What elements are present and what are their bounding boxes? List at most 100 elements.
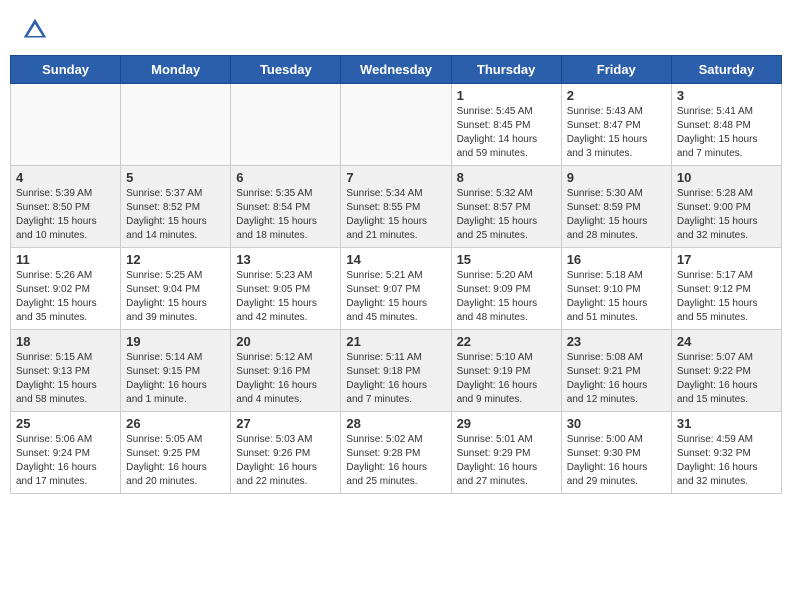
cell-info-line: and 28 minutes.	[567, 229, 666, 243]
day-header-wednesday: Wednesday	[341, 56, 451, 84]
cell-info-line: Sunrise: 5:45 AM	[457, 105, 556, 119]
calendar-cell-empty-0	[11, 84, 121, 166]
cell-info-line: Sunrise: 5:32 AM	[457, 187, 556, 201]
cell-info-line: Sunrise: 5:01 AM	[457, 433, 556, 447]
cell-info-line: Daylight: 15 hours	[677, 215, 776, 229]
day-header-thursday: Thursday	[451, 56, 561, 84]
day-number: 28	[346, 416, 445, 431]
calendar-cell-9: 9Sunrise: 5:30 AMSunset: 8:59 PMDaylight…	[561, 166, 671, 248]
cell-info-line: Sunrise: 5:00 AM	[567, 433, 666, 447]
cell-info-line: Sunset: 9:28 PM	[346, 447, 445, 461]
cell-info-line: and 45 minutes.	[346, 311, 445, 325]
logo	[20, 15, 55, 45]
day-number: 15	[457, 252, 556, 267]
cell-info-line: and 17 minutes.	[16, 475, 115, 489]
cell-info-line: Daylight: 15 hours	[346, 297, 445, 311]
calendar-cell-16: 16Sunrise: 5:18 AMSunset: 9:10 PMDayligh…	[561, 248, 671, 330]
cell-info-line: Daylight: 16 hours	[567, 379, 666, 393]
cell-info-line: and 51 minutes.	[567, 311, 666, 325]
calendar-cell-11: 11Sunrise: 5:26 AMSunset: 9:02 PMDayligh…	[11, 248, 121, 330]
cell-info-line: Sunrise: 5:25 AM	[126, 269, 225, 283]
day-number: 27	[236, 416, 335, 431]
cell-info-line: Sunrise: 5:34 AM	[346, 187, 445, 201]
cell-info-line: and 35 minutes.	[16, 311, 115, 325]
cell-info-line: Sunset: 9:10 PM	[567, 283, 666, 297]
cell-info-line: Daylight: 15 hours	[677, 133, 776, 147]
cell-info-line: Sunrise: 5:11 AM	[346, 351, 445, 365]
calendar-cell-1: 1Sunrise: 5:45 AMSunset: 8:45 PMDaylight…	[451, 84, 561, 166]
calendar-cell-4: 4Sunrise: 5:39 AMSunset: 8:50 PMDaylight…	[11, 166, 121, 248]
day-number: 8	[457, 170, 556, 185]
day-number: 31	[677, 416, 776, 431]
cell-info-line: and 14 minutes.	[126, 229, 225, 243]
cell-info-line: Sunset: 9:29 PM	[457, 447, 556, 461]
cell-info-line: Daylight: 15 hours	[457, 215, 556, 229]
cell-info-line: Sunset: 9:19 PM	[457, 365, 556, 379]
cell-info-line: Sunrise: 5:28 AM	[677, 187, 776, 201]
cell-info-line: Sunrise: 5:03 AM	[236, 433, 335, 447]
calendar-cell-18: 18Sunrise: 5:15 AMSunset: 9:13 PMDayligh…	[11, 330, 121, 412]
calendar-cell-14: 14Sunrise: 5:21 AMSunset: 9:07 PMDayligh…	[341, 248, 451, 330]
calendar-cell-31: 31Sunrise: 4:59 AMSunset: 9:32 PMDayligh…	[671, 412, 781, 494]
calendar-cell-3: 3Sunrise: 5:41 AMSunset: 8:48 PMDaylight…	[671, 84, 781, 166]
cell-info-line: Daylight: 15 hours	[567, 133, 666, 147]
cell-info-line: Daylight: 15 hours	[567, 215, 666, 229]
day-number: 12	[126, 252, 225, 267]
day-number: 19	[126, 334, 225, 349]
cell-info-line: and 18 minutes.	[236, 229, 335, 243]
cell-info-line: and 32 minutes.	[677, 229, 776, 243]
cell-info-line: Daylight: 16 hours	[236, 461, 335, 475]
cell-info-line: Daylight: 15 hours	[126, 297, 225, 311]
day-number: 20	[236, 334, 335, 349]
day-number: 26	[126, 416, 225, 431]
calendar-cell-10: 10Sunrise: 5:28 AMSunset: 9:00 PMDayligh…	[671, 166, 781, 248]
cell-info-line: Sunset: 9:25 PM	[126, 447, 225, 461]
calendar-cell-17: 17Sunrise: 5:17 AMSunset: 9:12 PMDayligh…	[671, 248, 781, 330]
cell-info-line: and 3 minutes.	[567, 147, 666, 161]
cell-info-line: Sunset: 9:07 PM	[346, 283, 445, 297]
cell-info-line: Sunset: 9:09 PM	[457, 283, 556, 297]
cell-info-line: Daylight: 16 hours	[126, 461, 225, 475]
cell-info-line: Sunrise: 5:15 AM	[16, 351, 115, 365]
cell-info-line: Sunset: 9:00 PM	[677, 201, 776, 215]
cell-info-line: and 10 minutes.	[16, 229, 115, 243]
cell-info-line: and 55 minutes.	[677, 311, 776, 325]
cell-info-line: and 32 minutes.	[677, 475, 776, 489]
day-number: 21	[346, 334, 445, 349]
day-number: 2	[567, 88, 666, 103]
cell-info-line: Sunset: 9:21 PM	[567, 365, 666, 379]
day-number: 5	[126, 170, 225, 185]
cell-info-line: Daylight: 15 hours	[236, 297, 335, 311]
cell-info-line: Daylight: 16 hours	[346, 461, 445, 475]
calendar-table: SundayMondayTuesdayWednesdayThursdayFrid…	[10, 55, 782, 494]
calendar-cell-8: 8Sunrise: 5:32 AMSunset: 8:57 PMDaylight…	[451, 166, 561, 248]
cell-info-line: Sunrise: 5:18 AM	[567, 269, 666, 283]
cell-info-line: Daylight: 16 hours	[677, 379, 776, 393]
cell-info-line: Sunrise: 5:20 AM	[457, 269, 556, 283]
cell-info-line: Daylight: 15 hours	[16, 215, 115, 229]
cell-info-line: Sunrise: 5:23 AM	[236, 269, 335, 283]
cell-info-line: Sunrise: 5:35 AM	[236, 187, 335, 201]
cell-info-line: Sunrise: 5:43 AM	[567, 105, 666, 119]
cell-info-line: and 27 minutes.	[457, 475, 556, 489]
day-number: 24	[677, 334, 776, 349]
cell-info-line: Daylight: 15 hours	[126, 215, 225, 229]
cell-info-line: Sunset: 8:54 PM	[236, 201, 335, 215]
cell-info-line: Sunset: 8:52 PM	[126, 201, 225, 215]
day-number: 25	[16, 416, 115, 431]
calendar-cell-29: 29Sunrise: 5:01 AMSunset: 9:29 PMDayligh…	[451, 412, 561, 494]
cell-info-line: Daylight: 14 hours	[457, 133, 556, 147]
day-number: 22	[457, 334, 556, 349]
calendar-cell-empty-3	[341, 84, 451, 166]
cell-info-line: Sunset: 9:15 PM	[126, 365, 225, 379]
day-number: 1	[457, 88, 556, 103]
cell-info-line: Daylight: 16 hours	[457, 461, 556, 475]
cell-info-line: and 7 minutes.	[346, 393, 445, 407]
calendar-cell-27: 27Sunrise: 5:03 AMSunset: 9:26 PMDayligh…	[231, 412, 341, 494]
calendar-cell-12: 12Sunrise: 5:25 AMSunset: 9:04 PMDayligh…	[121, 248, 231, 330]
cell-info-line: Daylight: 16 hours	[236, 379, 335, 393]
cell-info-line: and 39 minutes.	[126, 311, 225, 325]
calendar-cell-19: 19Sunrise: 5:14 AMSunset: 9:15 PMDayligh…	[121, 330, 231, 412]
cell-info-line: and 58 minutes.	[16, 393, 115, 407]
day-header-saturday: Saturday	[671, 56, 781, 84]
